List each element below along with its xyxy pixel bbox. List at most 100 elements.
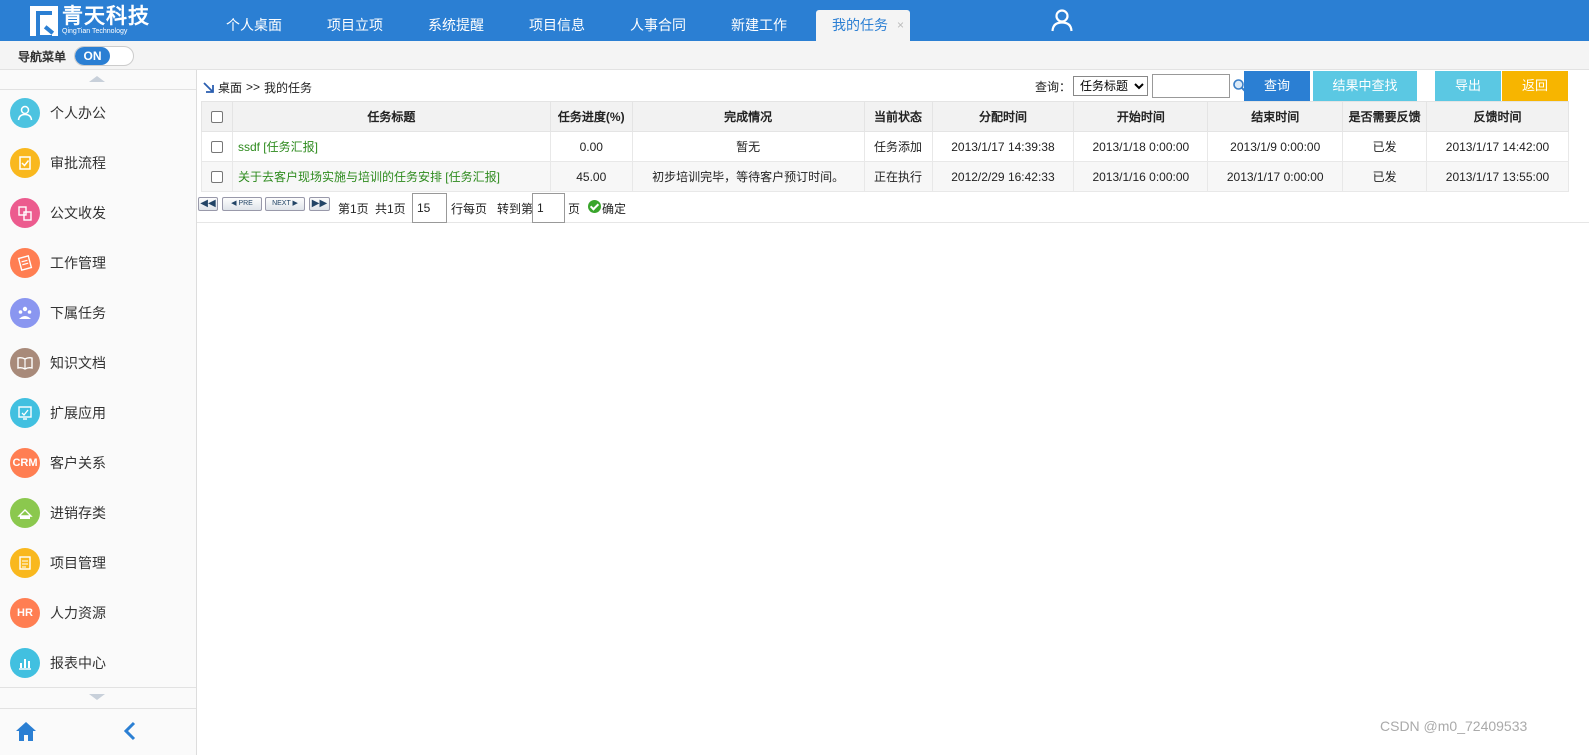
- table-row[interactable]: 关于去客户现场实施与培训的任务安排 [任务汇报] 45.00 初步培训完毕，等待…: [201, 161, 1569, 192]
- home-icon[interactable]: [14, 719, 38, 743]
- close-icon[interactable]: ×: [897, 10, 904, 41]
- company-logo[interactable]: 青天科技 QingTian Technology: [30, 4, 150, 39]
- search-label: 查询：: [1035, 79, 1072, 94]
- sidebar-item-documents[interactable]: 公文收发: [0, 188, 196, 238]
- tab-project-info[interactable]: 项目信息: [513, 10, 601, 41]
- sidebar-item-inventory[interactable]: 进销存类: [0, 488, 196, 538]
- sidebar: 个人办公 审批流程 公文收发 工作管理 下属任务 知识文档 扩展应用 CRM 客…: [0, 70, 197, 755]
- main-nav: 个人桌面 项目立项 系统提醒 项目信息 人事合同 新建工作 我的任务 ×: [210, 10, 923, 41]
- row-checkbox[interactable]: [210, 141, 223, 154]
- column-header[interactable]: 反馈时间: [1426, 101, 1569, 132]
- column-header[interactable]: 是否需要反馈: [1342, 101, 1428, 132]
- search-bar: 查询： 任务标题: [1035, 71, 1248, 101]
- sidebar-item-work-management[interactable]: 工作管理: [0, 238, 196, 288]
- task-status: 正在执行: [863, 161, 933, 192]
- sidebar-item-label: 下属任务: [50, 305, 106, 321]
- pagination: ◀◀ ◀ PRE NEXT ▶ ▶▶ 第1页 共1页 15 行每页 转到第 1 …: [197, 193, 1589, 223]
- query-button[interactable]: 查询: [1244, 71, 1310, 101]
- task-progress: 45.00: [549, 161, 633, 192]
- toggle-on-label: ON: [75, 47, 110, 65]
- team-icon: [10, 298, 40, 328]
- sidebar-item-personal-office[interactable]: 个人办公: [0, 88, 196, 138]
- sidebar-item-approval[interactable]: 审批流程: [0, 138, 196, 188]
- search-in-results-button[interactable]: 结果中查找: [1313, 71, 1417, 101]
- tab-project-setup[interactable]: 项目立项: [311, 10, 399, 41]
- task-feedback-time: 2013/1/17 14:42:00: [1426, 131, 1569, 162]
- crm-icon: CRM: [10, 448, 40, 478]
- sidebar-item-label: 审批流程: [50, 155, 106, 171]
- goto-page-prefix: 转到第: [497, 202, 534, 216]
- confirm-button[interactable]: 确定: [602, 200, 626, 217]
- hr-icon: HR: [10, 598, 40, 628]
- current-page-text: 第1页: [338, 202, 369, 216]
- search-field-select[interactable]: 任务标题: [1073, 76, 1149, 96]
- task-start-time: 2013/1/18 0:00:00: [1073, 131, 1209, 162]
- user-icon[interactable]: [1050, 8, 1074, 32]
- goto-page-input[interactable]: 1: [532, 193, 565, 223]
- task-assigned-time: 2013/1/17 14:39:38: [931, 131, 1075, 162]
- top-bar: 青天科技 QingTian Technology 个人桌面 项目立项 系统提醒 …: [0, 0, 1589, 41]
- task-end-time: 2013/1/9 0:00:00: [1207, 131, 1344, 162]
- task-end-time: 2013/1/17 0:00:00: [1207, 161, 1344, 192]
- task-title-link[interactable]: ssdf [任务汇报]: [231, 131, 551, 162]
- table-row[interactable]: ssdf [任务汇报] 0.00 暂无 任务添加 2013/1/17 14:39…: [201, 131, 1569, 162]
- sidebar-item-label: 人力资源: [50, 605, 106, 621]
- task-status: 任务添加: [863, 131, 933, 162]
- sidebar-item-extensions[interactable]: 扩展应用: [0, 388, 196, 438]
- chevron-left-icon[interactable]: [122, 721, 138, 741]
- scroll-up-icon[interactable]: [89, 76, 105, 82]
- total-pages-text: 共1页: [375, 202, 406, 216]
- column-header[interactable]: 开始时间: [1073, 101, 1209, 132]
- sidebar-item-hr[interactable]: HR 人力资源: [0, 588, 196, 638]
- column-header[interactable]: 完成情况: [631, 101, 865, 132]
- prev-page-button[interactable]: ◀ PRE: [222, 197, 262, 211]
- column-header[interactable]: 任务进度(%): [549, 101, 633, 132]
- sidebar-item-label: 进销存类: [50, 505, 106, 521]
- project-icon: [10, 548, 40, 578]
- column-header[interactable]: 结束时间: [1207, 101, 1344, 132]
- breadcrumb: 桌面 >> 我的任务: [202, 79, 312, 95]
- task-title-link[interactable]: 关于去客户现场实施与培训的任务安排 [任务汇报]: [231, 161, 551, 192]
- row-select-cell: [201, 131, 233, 162]
- export-button[interactable]: 导出: [1435, 71, 1501, 101]
- sidebar-item-reports[interactable]: 报表中心: [0, 638, 196, 688]
- breadcrumb-root[interactable]: 桌面: [218, 79, 242, 96]
- table-header-row: 任务标题 任务进度(%) 完成情况 当前状态 分配时间 开始时间 结束时间 是否…: [201, 101, 1569, 132]
- row-checkbox[interactable]: [210, 171, 223, 184]
- last-page-icon[interactable]: ▶▶: [309, 197, 330, 211]
- tab-personal-desktop[interactable]: 个人桌面: [210, 10, 298, 41]
- rows-per-page-input[interactable]: 15: [412, 193, 447, 223]
- task-feedback-required: 已发: [1342, 131, 1428, 162]
- tab-system-reminder[interactable]: 系统提醒: [412, 10, 500, 41]
- tab-new-work[interactable]: 新建工作: [715, 10, 803, 41]
- tab-my-tasks[interactable]: 我的任务 ×: [816, 10, 910, 41]
- task-completion: 初步培训完毕，等待客户预订时间。: [631, 161, 865, 192]
- nav-menu-label: 导航菜单: [18, 50, 67, 64]
- column-header[interactable]: 分配时间: [931, 101, 1075, 132]
- sidebar-item-knowledge-docs[interactable]: 知识文档: [0, 338, 196, 388]
- sidebar-item-project-management[interactable]: 项目管理: [0, 538, 196, 588]
- back-button[interactable]: 返回: [1502, 71, 1568, 101]
- first-page-icon[interactable]: ◀◀: [198, 197, 218, 211]
- column-header[interactable]: 任务标题: [231, 101, 551, 132]
- confirm-check-icon[interactable]: [588, 200, 601, 213]
- sidebar-item-label: 报表中心: [50, 655, 106, 671]
- sidebar-item-label: 扩展应用: [50, 405, 106, 421]
- approval-icon: [10, 148, 40, 178]
- nav-menu-toggle[interactable]: ON: [74, 46, 134, 66]
- column-header[interactable]: 当前状态: [863, 101, 933, 132]
- row-select-cell: [201, 161, 233, 192]
- search-input[interactable]: [1152, 74, 1231, 98]
- inventory-icon: [10, 498, 40, 528]
- tab-hr-contract[interactable]: 人事合同: [614, 10, 702, 41]
- sidebar-item-crm[interactable]: CRM 客户关系: [0, 438, 196, 488]
- sidebar-item-label: 工作管理: [50, 255, 106, 271]
- logo-title: 青天科技: [62, 4, 150, 28]
- task-assigned-time: 2012/2/29 16:42:33: [931, 161, 1075, 192]
- scroll-down-icon[interactable]: [89, 694, 105, 700]
- next-page-button[interactable]: NEXT ▶: [265, 197, 305, 211]
- select-all-checkbox[interactable]: [210, 111, 223, 124]
- document-exchange-icon: [10, 198, 40, 228]
- sidebar-item-subordinate-tasks[interactable]: 下属任务: [0, 288, 196, 338]
- task-feedback-required: 已发: [1342, 161, 1428, 192]
